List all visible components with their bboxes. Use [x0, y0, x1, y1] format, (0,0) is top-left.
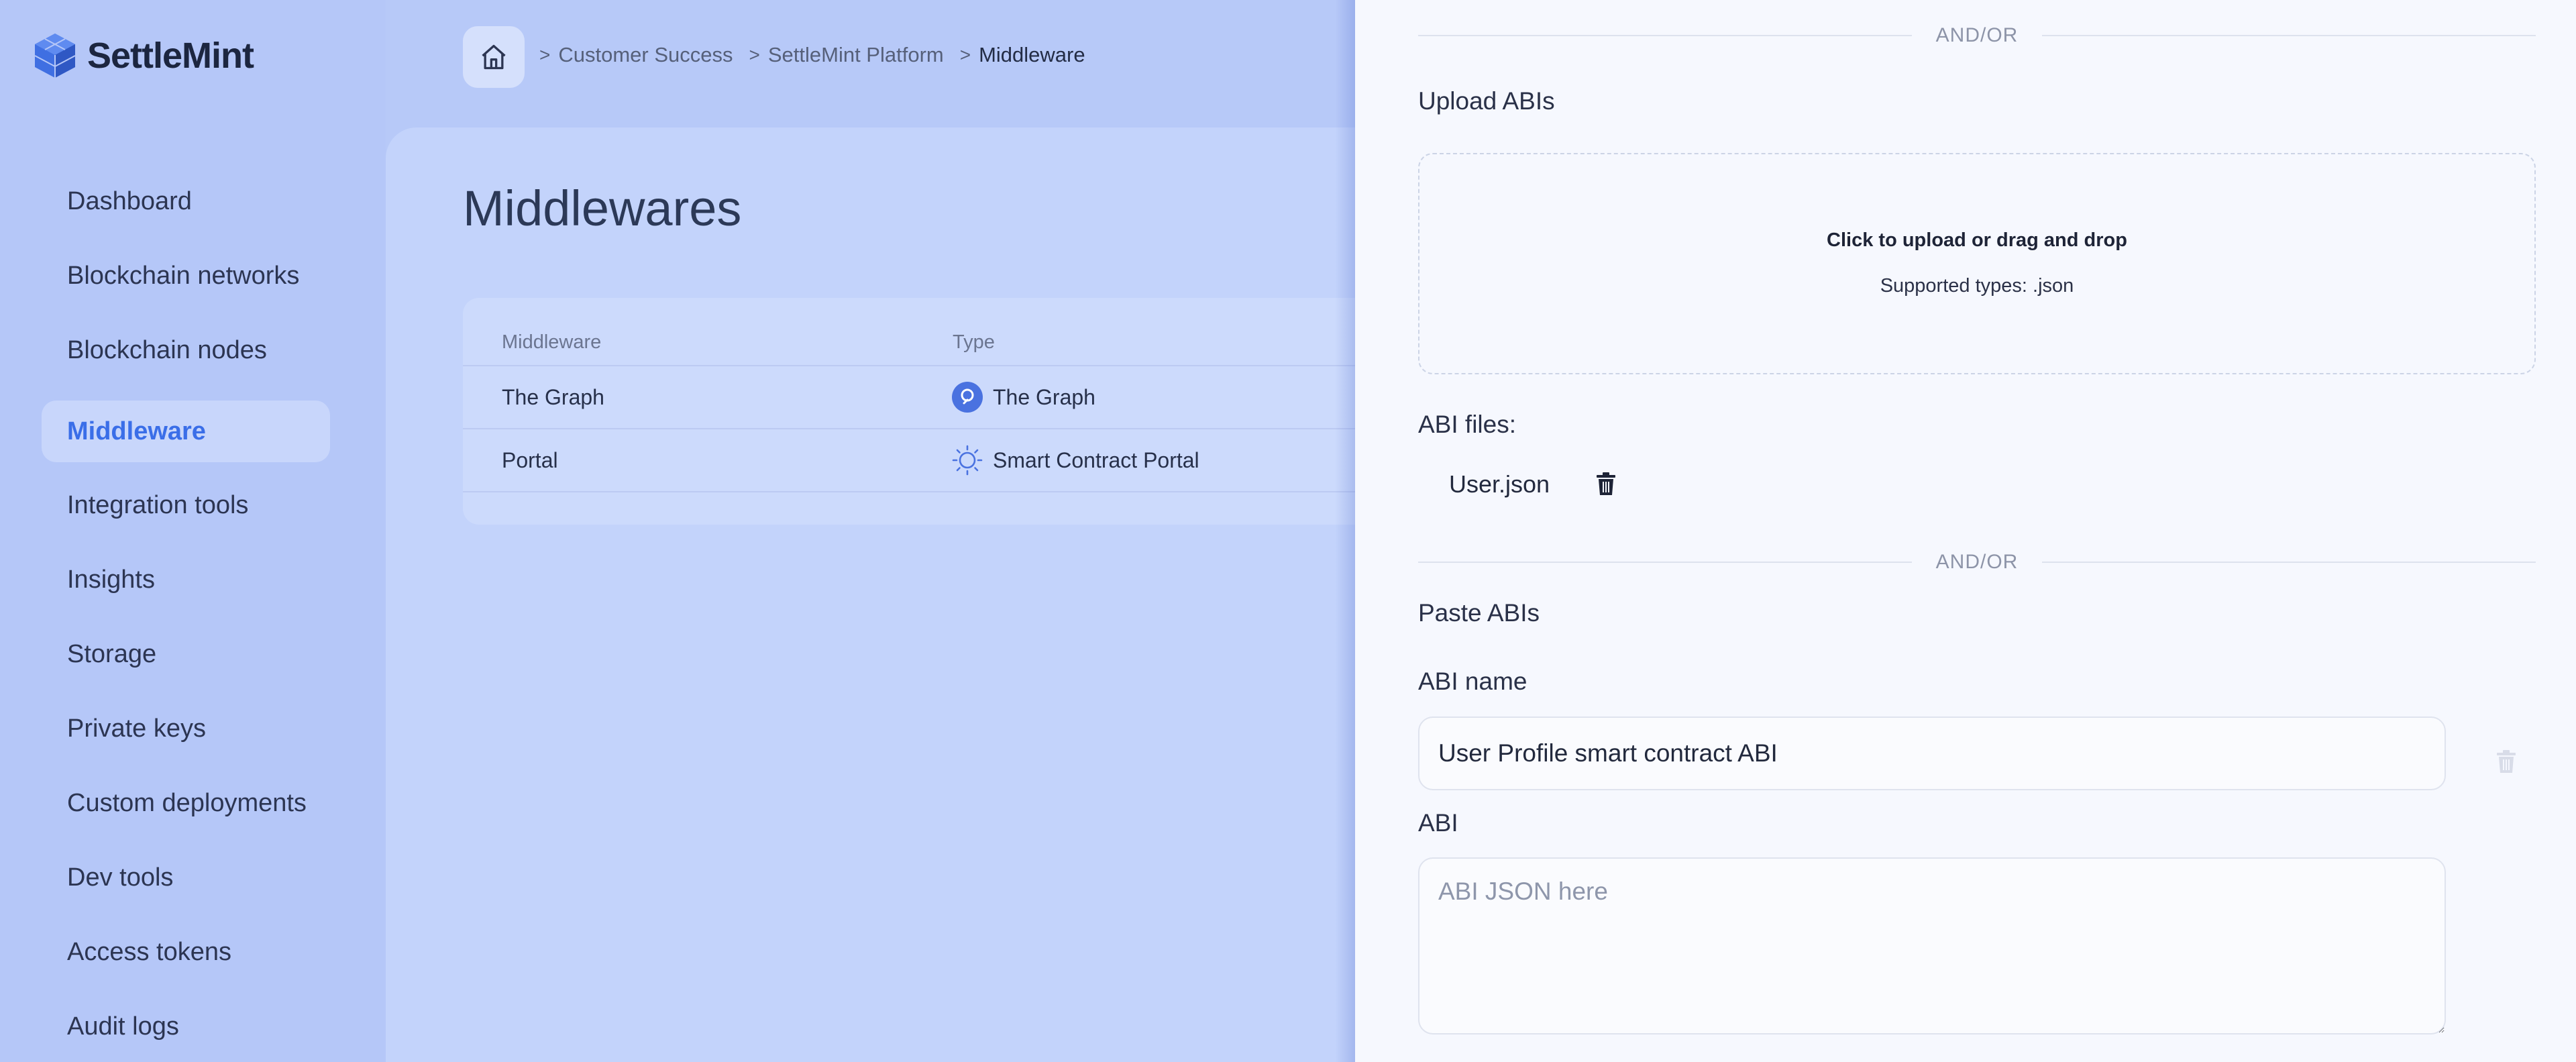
brand-logo[interactable]: SettleMint	[34, 32, 254, 79]
table-row-name[interactable]: Portal	[502, 447, 558, 474]
add-abi-drawer: AND/OR Upload ABIs Click to upload or dr…	[1355, 0, 2576, 1062]
home-button[interactable]	[463, 26, 525, 88]
and-or-divider: AND/OR	[1418, 24, 2536, 46]
middleware-table: Middleware Type The Graph The Graph Port…	[463, 298, 1402, 525]
dropzone-subtitle: Supported types: .json	[1880, 275, 2074, 297]
abi-file-name: User.json	[1449, 470, 1550, 498]
settlemint-logo-icon	[34, 34, 76, 78]
page-title: Middlewares	[463, 180, 742, 236]
dropzone-title: Click to upload or drag and drop	[1827, 229, 2127, 251]
row-divider	[463, 428, 1402, 429]
sidebar-item-storage[interactable]: Storage	[42, 623, 330, 685]
table-row-name[interactable]: The Graph	[502, 384, 604, 411]
breadcrumb-separator: >	[749, 44, 760, 65]
breadcrumb: > Customer Success > SettleMint Platform…	[537, 43, 1099, 67]
sidebar-item-private-keys[interactable]: Private keys	[42, 698, 330, 759]
abi-label: ABI	[1418, 809, 1458, 837]
sidebar-item-access-tokens[interactable]: Access tokens	[42, 921, 330, 983]
divider-label: AND/OR	[1935, 551, 2019, 573]
table-row-type: The Graph	[951, 381, 1095, 413]
delete-file-button[interactable]	[1593, 470, 1619, 499]
breadcrumb-separator: >	[539, 44, 551, 65]
sidebar-item-middleware[interactable]: Middleware	[42, 401, 330, 462]
breadcrumb-settlemint-platform[interactable]: SettleMint Platform	[768, 43, 944, 67]
sidebar-item-dashboard[interactable]: Dashboard	[42, 170, 330, 232]
upload-abis-label: Upload ABIs	[1418, 87, 1555, 115]
abi-name-input[interactable]	[1418, 716, 2446, 790]
breadcrumb-separator: >	[959, 44, 971, 65]
type-label: Smart Contract Portal	[993, 447, 1199, 472]
abi-json-textarea[interactable]	[1418, 857, 2446, 1034]
sidebar-item-blockchain-nodes[interactable]: Blockchain nodes	[42, 319, 330, 381]
row-divider	[463, 491, 1402, 492]
portal-icon	[951, 444, 983, 476]
sidebar-item-blockchain-networks[interactable]: Blockchain networks	[42, 245, 330, 307]
row-divider	[463, 365, 1402, 366]
sidebar: SettleMint Dashboard Blockchain networks…	[0, 0, 386, 1062]
the-graph-icon	[951, 381, 983, 413]
abi-files-label: ABI files:	[1418, 411, 1516, 438]
column-header-middleware: Middleware	[502, 331, 602, 353]
abi-file-item: User.json	[1449, 470, 1619, 499]
type-label: The Graph	[993, 384, 1095, 409]
drawer-shadow	[1335, 0, 1355, 1062]
table-row-type: Smart Contract Portal	[951, 444, 1199, 476]
trash-icon[interactable]	[2496, 750, 2517, 774]
paste-abis-label: Paste ABIs	[1418, 599, 1540, 627]
abi-name-label: ABI name	[1418, 668, 1527, 695]
abi-dropzone[interactable]: Click to upload or drag and drop Support…	[1418, 153, 2536, 374]
brand-name: SettleMint	[87, 36, 254, 76]
sidebar-item-dev-tools[interactable]: Dev tools	[42, 847, 330, 908]
sidebar-item-custom-deployments[interactable]: Custom deployments	[42, 772, 330, 834]
sidebar-item-insights[interactable]: Insights	[42, 549, 330, 610]
content-panel	[386, 127, 1392, 1062]
and-or-divider: AND/OR	[1418, 551, 2536, 573]
breadcrumb-customer-success[interactable]: Customer Success	[558, 43, 733, 67]
divider-label: AND/OR	[1935, 24, 2019, 46]
breadcrumb-middleware: Middleware	[979, 43, 1085, 66]
column-header-type: Type	[953, 331, 995, 353]
sidebar-item-audit-logs[interactable]: Audit logs	[42, 996, 330, 1057]
sidebar-item-integration-tools[interactable]: Integration tools	[42, 474, 330, 536]
trash-icon	[1597, 472, 1616, 495]
home-icon	[482, 44, 506, 70]
